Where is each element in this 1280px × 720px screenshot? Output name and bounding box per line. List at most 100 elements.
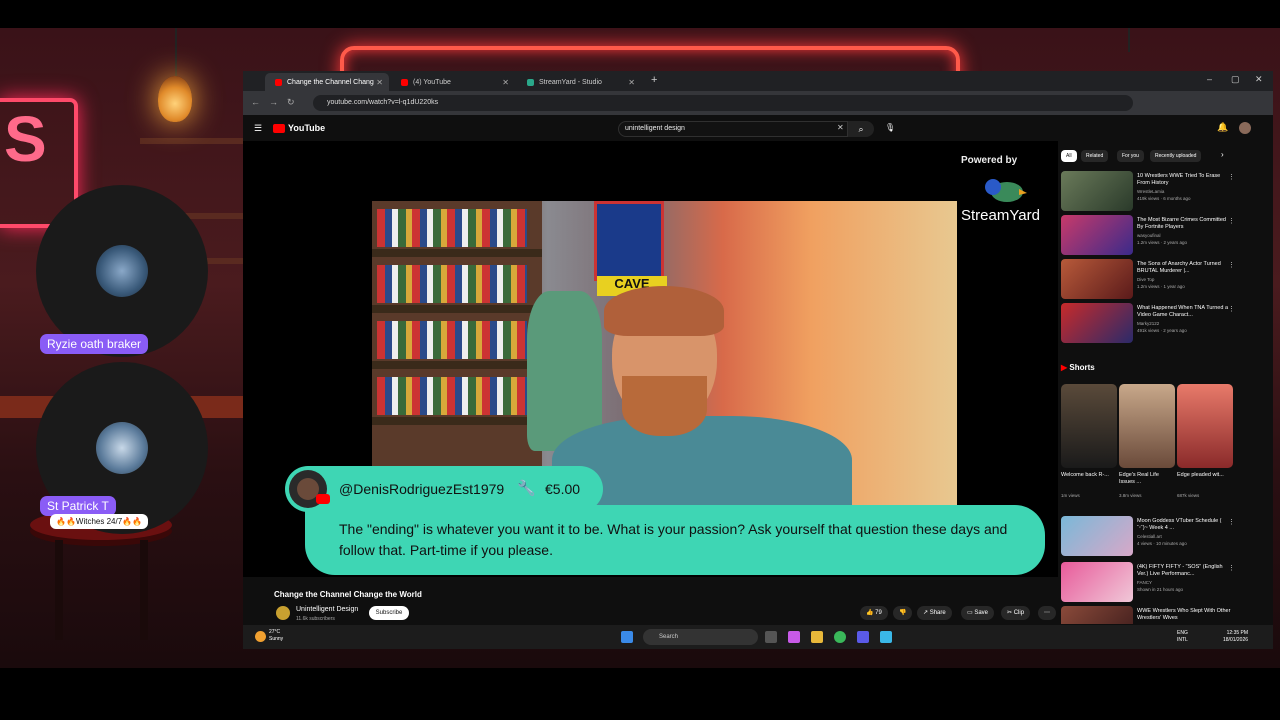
clip-button[interactable]: ✂ Clip (1001, 606, 1031, 620)
account-avatar[interactable] (1239, 122, 1251, 134)
tab-label: (4) YouTube (413, 78, 451, 86)
rec-channel: Dive Top (1137, 277, 1155, 282)
stool-leg (140, 540, 148, 640)
system-clock[interactable]: 12:35 PM 18/01/2026 (1223, 630, 1248, 644)
save-button[interactable]: ▭ Save (961, 606, 995, 620)
taskbar-search[interactable]: Search (643, 629, 758, 645)
tab-youtube-home[interactable]: (4) YouTube ✕ (391, 73, 515, 91)
guest-name-label: Ryzie oath braker (40, 334, 149, 354)
notifications-icon[interactable]: 🔔 (1217, 122, 1228, 133)
search-input[interactable]: unintelligent design (618, 121, 848, 137)
close-window-icon[interactable]: ✕ (1255, 74, 1263, 85)
messaging-app-icon[interactable] (857, 631, 869, 643)
short-views: 1m views (1061, 493, 1080, 498)
menu-icon[interactable]: ☰ (254, 123, 262, 134)
new-tab-icon[interactable]: + (651, 74, 657, 86)
chip-recently-uploaded[interactable]: Recently uploaded (1150, 150, 1202, 162)
chip-for-you[interactable]: For you (1117, 150, 1144, 162)
weather-widget[interactable]: 27°C Sunny (269, 629, 283, 643)
microphone-icon[interactable]: 🎙 (885, 123, 895, 132)
video-thumbnail (1061, 562, 1133, 602)
top-letterbox (0, 0, 1280, 28)
recommendation-item[interactable]: (4K) FIFTY FIFTY - "SOS" (English Ver.) … (1061, 562, 1241, 602)
rec-title: What Happened When TNA Turned a Video Ga… (1137, 305, 1229, 318)
copilot-icon[interactable] (788, 631, 800, 643)
dislike-icon[interactable]: 👎 (893, 606, 913, 620)
close-icon[interactable]: ✕ (628, 78, 635, 87)
address-bar: ← → ↻ youtube.com/watch?v=l-q1dU220ks (243, 91, 1273, 115)
rec-channel: wasyoufinal (1137, 233, 1161, 238)
more-icon[interactable]: ⋮ (1228, 518, 1235, 526)
search-icon[interactable]: ⌕ (848, 121, 874, 137)
file-explorer-icon[interactable] (811, 631, 823, 643)
recommendation-item[interactable]: The Sons of Anarchy Actor Turned BRUTAL … (1061, 259, 1241, 299)
minimize-icon[interactable]: – (1207, 74, 1212, 84)
chip-related[interactable]: Related (1081, 150, 1109, 162)
more-icon[interactable]: ⋮ (1228, 217, 1235, 225)
forward-icon[interactable]: → (269, 97, 278, 107)
tab-youtube-video[interactable]: Change the Channel Chang ✕ (265, 73, 389, 91)
more-icon[interactable]: ⋮ (1228, 173, 1235, 181)
clear-search-icon[interactable]: ✕ (837, 123, 844, 132)
rec-title: The Most Bizarre Crimes Committed By For… (1137, 217, 1226, 230)
store-app-icon[interactable] (880, 631, 892, 643)
chrome-icon[interactable] (834, 631, 846, 643)
rec-meta: 1.2m views · 1 year ago (1137, 284, 1185, 289)
short-thumbnail[interactable] (1177, 384, 1233, 468)
like-button[interactable]: 👍 79 (860, 606, 888, 620)
recommendation-item[interactable]: Moon Goddess VTuber Schedule ( ˘ᵕ˘)~ Wee… (1061, 516, 1241, 556)
channel-name[interactable]: Unintelligent Design (296, 606, 358, 613)
wrench-icon: 🔧 (517, 480, 536, 497)
maximize-icon[interactable]: ▢ (1231, 74, 1240, 85)
bookshelf (372, 201, 542, 506)
shelf (140, 138, 250, 144)
language-indicator[interactable]: ENG INTL (1177, 630, 1188, 644)
reload-icon[interactable]: ↻ (287, 97, 295, 108)
guest-tile (36, 185, 208, 357)
task-view-icon[interactable] (765, 631, 777, 643)
windows-start-icon[interactable] (621, 631, 633, 643)
close-icon[interactable]: ✕ (376, 78, 383, 87)
recommendation-item[interactable]: WWE Wrestlers Who Slept With Other Wrest… (1061, 606, 1241, 624)
more-icon[interactable]: ⋮ (1228, 261, 1235, 269)
recommendation-item[interactable]: 10 Wrestlers WWE Tried To Erase From His… (1061, 171, 1241, 211)
rec-meta: 419k views · 6 months ago (1137, 196, 1191, 201)
short-thumbnail[interactable] (1119, 384, 1175, 468)
url-field[interactable]: youtube.com/watch?v=l-q1dU220ks (313, 95, 1133, 111)
rec-meta: 491k views · 2 years ago (1137, 328, 1187, 333)
back-icon[interactable]: ← (251, 97, 260, 107)
channel-avatar[interactable] (276, 606, 290, 620)
tab-streamyard[interactable]: StreamYard - Studio ✕ (517, 73, 641, 91)
lamp-cord (175, 28, 177, 78)
chevron-right-icon[interactable]: › (1221, 150, 1224, 159)
youtube-logo[interactable]: YouTube (273, 123, 325, 133)
stream-stage: S Ryzie oath braker St Patrick T 🔥🔥Witch… (0, 0, 1280, 720)
tab-strip: Change the Channel Chang ✕ (4) YouTube ✕… (243, 71, 1273, 91)
chip-all[interactable]: All (1061, 150, 1077, 162)
recommendation-item[interactable]: What Happened When TNA Turned a Video Ga… (1061, 303, 1241, 343)
rec-channel: FANCY (1137, 580, 1153, 585)
close-icon[interactable]: ✕ (502, 78, 509, 87)
more-actions-icon[interactable]: ⋯ (1038, 606, 1056, 620)
share-button[interactable]: ↗ Share (917, 606, 952, 620)
superchat-username: @DenisRodriguezEst1979 (339, 481, 505, 497)
rec-title: Moon Goddess VTuber Schedule ( ˘ᵕ˘)~ Wee… (1137, 518, 1222, 531)
subscribe-button[interactable]: Subscribe (369, 606, 409, 620)
short-thumbnail[interactable] (1061, 384, 1117, 468)
short-title: Welcome back R-... (1061, 472, 1109, 478)
more-icon[interactable]: ⋮ (1228, 305, 1235, 313)
superchat-message: The "ending" is whatever you want it to … (305, 505, 1045, 575)
recommendation-item[interactable]: The Most Bizarre Crimes Committed By For… (1061, 215, 1241, 255)
host-hair (604, 286, 724, 336)
more-icon[interactable]: ⋮ (1228, 564, 1235, 572)
rec-meta: 1.2m views · 2 years ago (1137, 240, 1188, 245)
tab-label: StreamYard - Studio (539, 78, 602, 86)
guest-name-label: St Patrick T (40, 496, 116, 516)
short-title: Edge pleaded wit... (1177, 472, 1224, 478)
tab-label: Change the Channel Chang (287, 78, 374, 86)
video-thumbnail (1061, 303, 1133, 343)
short-views: 687k views (1177, 493, 1200, 498)
youtube-play-icon (273, 123, 285, 133)
rec-channel: Marky2122 (1137, 321, 1160, 326)
youtube-favicon-icon (401, 78, 408, 86)
